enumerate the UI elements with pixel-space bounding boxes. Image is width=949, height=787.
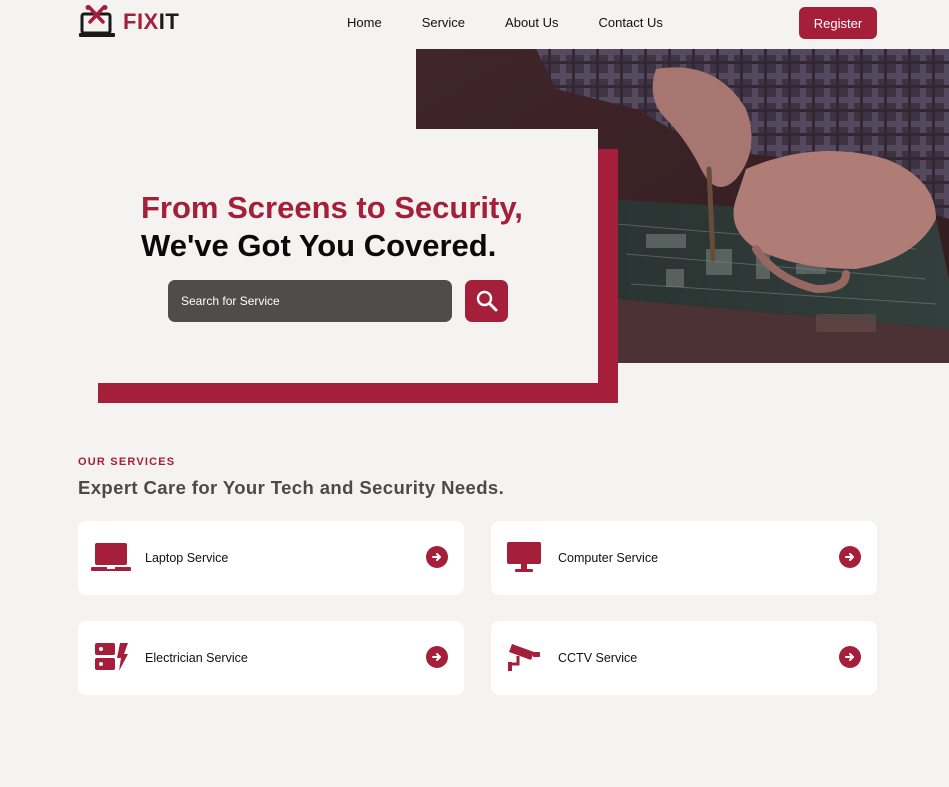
arrow-right-icon[interactable] [426,646,448,668]
nav-contact-us[interactable]: Contact Us [599,15,663,31]
search-button[interactable] [465,280,508,322]
nav-service[interactable]: Service [422,15,465,31]
nav-home[interactable]: Home [347,15,382,31]
arrow-right-icon[interactable] [839,546,861,568]
brand-name: FIXIT [123,9,179,35]
site-header: FIXIT Home Service About Us Contact Us R… [0,0,949,46]
service-card-cctv[interactable]: CCTV Service [491,621,877,695]
service-card-label: Laptop Service [145,551,229,565]
monitor-icon [504,539,544,575]
main-nav: Home Service About Us Contact Us [347,15,703,31]
services-eyebrow: OUR SERVICES [78,456,176,468]
service-card-label: Computer Service [558,551,659,565]
service-card-label: CCTV Service [558,651,638,665]
brand-name-part2: IT [158,9,180,34]
service-card-electrician[interactable]: Electrician Service [78,621,464,695]
service-card-laptop[interactable]: Laptop Service [78,521,464,595]
laptop-icon [91,539,131,575]
hero-title-line1: From Screens to Security, [141,190,523,225]
register-button[interactable]: Register [799,7,877,39]
brand-logo[interactable]: FIXIT [79,5,179,39]
search-icon [476,290,497,312]
arrow-right-icon[interactable] [839,646,861,668]
service-card-label: Electrician Service [145,651,248,665]
nav-about-us[interactable]: About Us [505,15,558,31]
services-heading: Expert Care for Your Tech and Security N… [78,477,505,498]
search-input[interactable] [168,280,452,322]
electric-panel-icon [91,639,131,675]
service-card-computer[interactable]: Computer Service [491,521,877,595]
arrow-right-icon[interactable] [426,546,448,568]
hero-title-line2: We've Got You Covered. [141,228,497,263]
cctv-camera-icon [504,639,544,675]
brand-name-part1: FIX [123,9,159,34]
laptop-tools-logo-icon [79,5,115,37]
